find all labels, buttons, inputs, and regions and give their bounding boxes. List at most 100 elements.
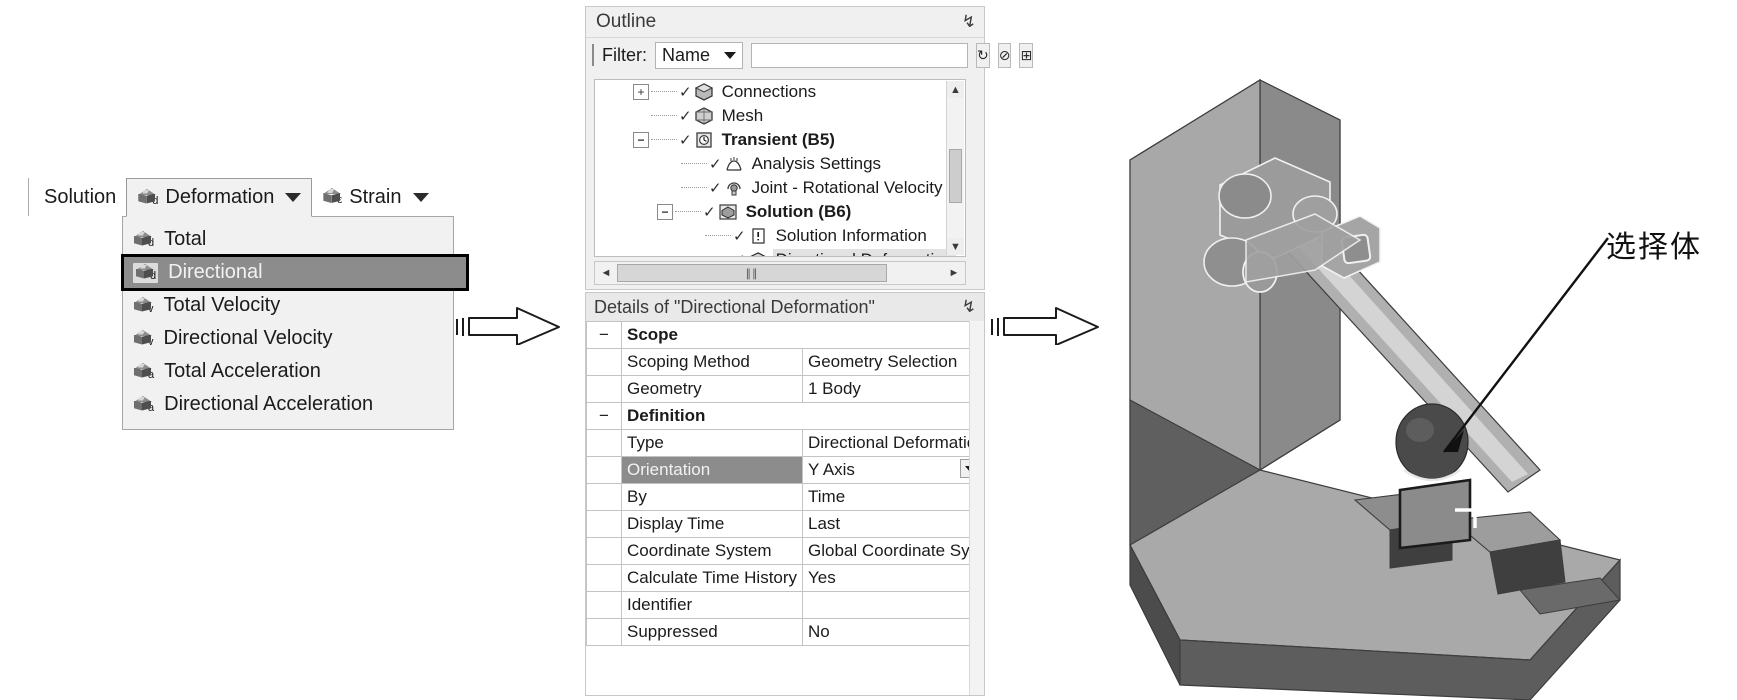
tree-dotted-line xyxy=(681,187,707,189)
chevron-down-icon[interactable] xyxy=(412,192,429,202)
results-toolbar: Solution d Deformation ε Strain xyxy=(28,178,439,217)
group-expander-icon[interactable]: − xyxy=(586,402,622,430)
row-value[interactable]: Yes xyxy=(802,564,984,592)
hscroll-thumb[interactable]: ∥∥ xyxy=(617,264,887,282)
table-row[interactable]: Suppressed No xyxy=(586,618,984,646)
tree-item-connections[interactable]: + ✓ Connections xyxy=(595,80,965,104)
filter-type-select[interactable]: Name xyxy=(655,41,744,69)
row-value[interactable]: No xyxy=(802,618,984,646)
deformation-cube-icon: d xyxy=(137,188,158,207)
table-row[interactable]: Coordinate System Global Coordinate Syst… xyxy=(586,537,984,565)
base-plate xyxy=(1129,469,1622,700)
tree-dotted-line xyxy=(651,91,677,93)
group-expander-icon[interactable]: − xyxy=(586,321,622,349)
row-value[interactable]: Time xyxy=(802,483,984,511)
row-key: Display Time xyxy=(621,510,803,538)
tree-dotted-line xyxy=(651,139,677,141)
row-gutter xyxy=(586,375,622,403)
deformation-dropdown-menu: d Total d Directional v Total Velocity v… xyxy=(121,216,469,430)
mesh-icon xyxy=(694,107,714,125)
check-icon: ✓ xyxy=(703,204,716,221)
toolbar-deformation-button[interactable]: d Deformation xyxy=(126,178,313,217)
tree-dotted-line xyxy=(651,115,677,117)
expander-icon[interactable]: − xyxy=(633,132,649,148)
table-row[interactable]: By Time xyxy=(586,483,984,511)
toolbar-strain-button[interactable]: ε Strain xyxy=(312,178,438,216)
orientation-select[interactable]: Y Axis xyxy=(802,456,984,484)
acceleration-cube-icon: a xyxy=(133,395,154,414)
row-value[interactable]: Last xyxy=(802,510,984,538)
geometry-viewport[interactable] xyxy=(1060,0,1737,700)
row-value[interactable]: 1 Body xyxy=(802,375,984,403)
check-icon: ✓ xyxy=(709,180,722,197)
filter-grip xyxy=(592,44,594,66)
table-row[interactable]: Display Time Last xyxy=(586,510,984,538)
row-value[interactable]: Directional Deformation xyxy=(802,429,984,457)
table-row-group-definition[interactable]: − Definition xyxy=(586,402,984,430)
scroll-left-icon[interactable]: ◄ xyxy=(595,267,617,279)
menu-item-directional-velocity[interactable]: v Directional Velocity xyxy=(123,322,453,355)
menu-item-directional[interactable]: d Directional xyxy=(121,254,469,291)
menu-item-directional-acceleration[interactable]: a Directional Acceleration xyxy=(123,388,453,421)
tree-dotted-line xyxy=(675,211,701,213)
table-row[interactable]: Scoping Method Geometry Selection xyxy=(586,348,984,376)
tree-item-analysis-settings[interactable]: ✓ Analysis Settings xyxy=(595,152,965,176)
outline-tree[interactable]: + ✓ Connections ✓ Mesh − ✓ Transient (B5… xyxy=(594,79,966,257)
filter-search-input[interactable] xyxy=(751,42,969,68)
row-gutter xyxy=(586,483,622,511)
table-row-group-scope[interactable]: − Scope xyxy=(586,321,984,349)
row-gutter xyxy=(586,564,622,592)
expander-icon[interactable]: + xyxy=(633,84,649,100)
row-value[interactable]: Global Coordinate System xyxy=(802,537,984,565)
tree-item-solution[interactable]: − ✓ Solution (B6) xyxy=(595,200,965,224)
table-row[interactable]: Geometry 1 Body xyxy=(586,375,984,403)
scroll-right-icon[interactable]: ► xyxy=(943,267,965,279)
strain-cube-icon: ε xyxy=(322,188,342,206)
expander-icon[interactable]: − xyxy=(657,204,673,220)
row-gutter xyxy=(586,591,622,619)
deformation-cube-icon: d xyxy=(133,230,154,249)
details-vertical-scrollbar[interactable] xyxy=(969,321,984,695)
row-gutter xyxy=(586,537,622,565)
chevron-down-icon xyxy=(724,51,737,59)
details-panel: Details of "Directional Deformation" ↯ −… xyxy=(585,292,985,696)
pin-icon[interactable]: ↯ xyxy=(962,12,976,32)
velocity-cube-icon: v xyxy=(133,296,154,315)
table-row-orientation[interactable]: Orientation Y Axis xyxy=(586,456,984,484)
connections-icon xyxy=(694,83,714,101)
row-key: Suppressed xyxy=(621,618,803,646)
menu-item-total-velocity[interactable]: v Total Velocity xyxy=(123,289,453,322)
chevron-down-icon[interactable] xyxy=(285,193,302,202)
toolbar-deformation-label: Deformation xyxy=(165,186,275,208)
pin-icon[interactable]: ↯ xyxy=(962,297,976,317)
tree-item-solution-information[interactable]: ✓ Solution Information xyxy=(595,224,965,248)
row-value[interactable]: Geometry Selection xyxy=(802,348,984,376)
menu-item-total[interactable]: d Total xyxy=(123,223,453,256)
tree-item-transient[interactable]: − ✓ Transient (B5) xyxy=(595,128,965,152)
annotation-label: 选择体 xyxy=(1606,231,1702,264)
expand-all-icon[interactable]: ⊞ xyxy=(1019,42,1034,68)
scroll-thumb[interactable] xyxy=(949,149,962,203)
outline-filter-row: Filter: Name ↻ ⊘ ⊞ xyxy=(586,37,1034,72)
table-row[interactable]: Identifier xyxy=(586,591,984,619)
tree-item-joint-rotational-velocity[interactable]: ✓ Joint - Rotational Velocity xyxy=(595,176,965,200)
tree-vertical-scrollbar[interactable]: ▲ ‖‖ ▼ xyxy=(946,81,964,255)
tree-item-label: Analysis Settings xyxy=(751,154,882,173)
group-label: Scope xyxy=(621,321,984,349)
scroll-up-icon[interactable]: ▲ xyxy=(947,81,964,98)
toolbar-solution-button[interactable]: Solution xyxy=(34,178,126,216)
tree-item-directional-deformation[interactable]: ✓ Directional Deformation xyxy=(595,248,965,256)
refresh-icon[interactable]: ↻ xyxy=(976,42,990,68)
tree-item-label: Solution (B6) xyxy=(745,202,852,221)
directional-deformation-icon xyxy=(748,251,768,256)
row-key: By xyxy=(621,483,803,511)
clear-filter-icon[interactable]: ⊘ xyxy=(997,42,1012,68)
tree-item-mesh[interactable]: ✓ Mesh xyxy=(595,104,965,128)
scroll-down-icon[interactable]: ▼ xyxy=(947,238,964,255)
table-row[interactable]: Calculate Time History Yes xyxy=(586,564,984,592)
tree-dotted-line xyxy=(705,235,731,237)
menu-item-total-acceleration[interactable]: a Total Acceleration xyxy=(123,355,453,388)
row-value[interactable] xyxy=(802,591,984,619)
tree-horizontal-scrollbar[interactable]: ◄ ∥∥ ► xyxy=(594,261,966,285)
table-row[interactable]: Type Directional Deformation xyxy=(586,429,984,457)
